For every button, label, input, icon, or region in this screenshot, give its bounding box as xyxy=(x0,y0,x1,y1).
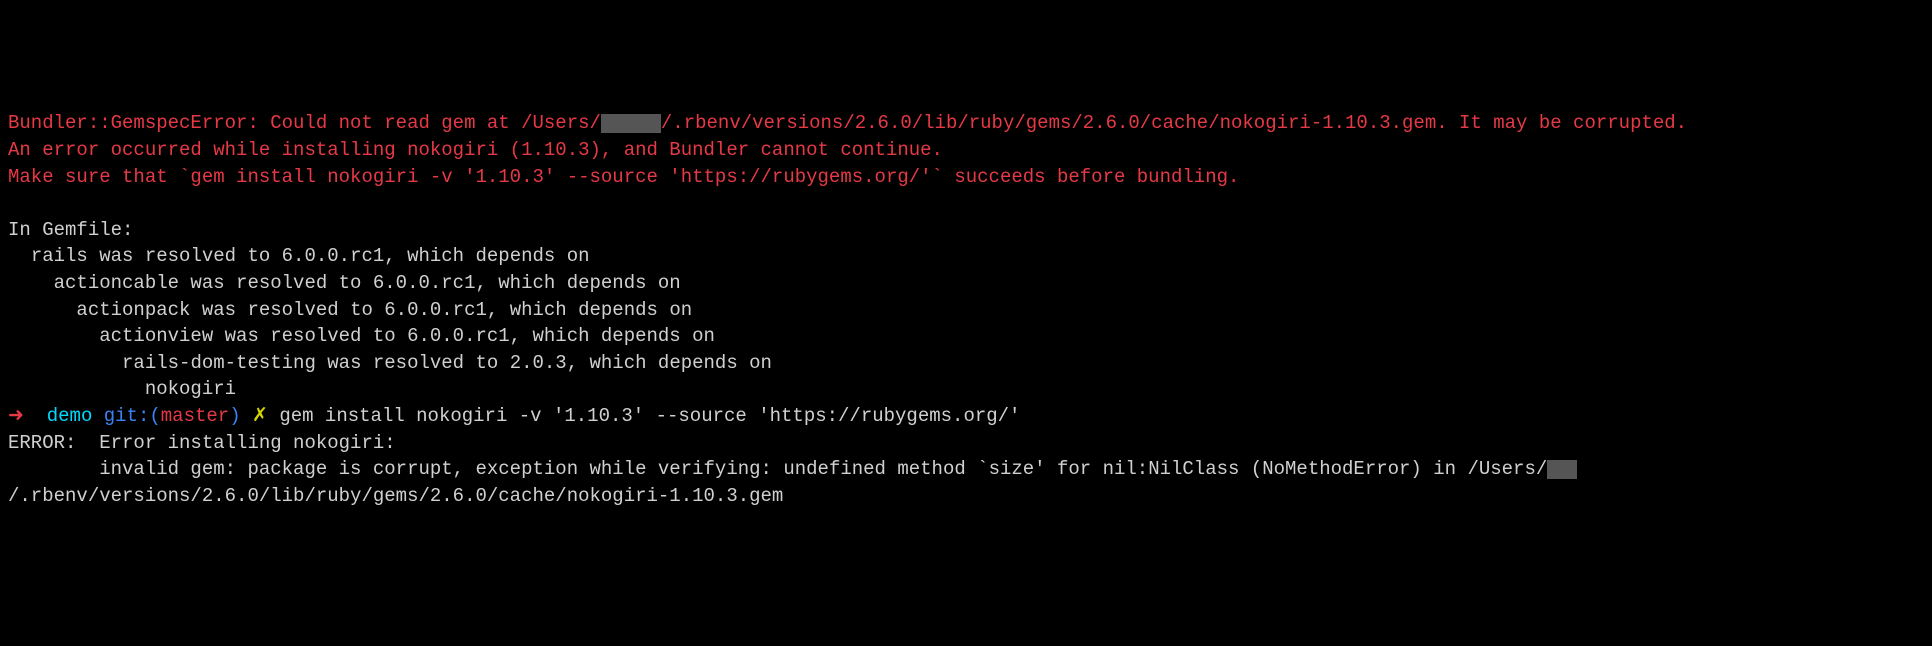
error-line-2: An error occurred while installing nokog… xyxy=(8,139,943,161)
arrow-icon: ➜ xyxy=(8,405,24,427)
error-line-3: Make sure that `gem install nokogiri -v … xyxy=(8,166,1239,188)
git-close: ) xyxy=(229,405,240,427)
gemfile-line-5: rails-dom-testing was resolved to 2.0.3,… xyxy=(8,352,772,374)
install-error-line-1: ERROR: Error installing nokogiri: xyxy=(8,432,396,454)
terminal-output: Bundler::GemspecError: Could not read ge… xyxy=(8,110,1924,509)
gemfile-header: In Gemfile: xyxy=(8,219,133,241)
git-branch: master xyxy=(161,405,229,427)
prompt-line[interactable]: ➜ demo git:(master) ✗ gem install nokogi… xyxy=(8,405,1020,427)
git-label: git:( xyxy=(104,405,161,427)
gemfile-line-6: nokogiri xyxy=(8,378,236,400)
prompt-dir: demo xyxy=(47,405,93,427)
error-line-1: Bundler::GemspecError: Could not read ge… xyxy=(8,112,1687,134)
gemfile-line-4: actionview was resolved to 6.0.0.rc1, wh… xyxy=(8,325,715,347)
gemfile-line-2: actioncable was resolved to 6.0.0.rc1, w… xyxy=(8,272,681,294)
command-input[interactable]: gem install nokogiri -v '1.10.3' --sourc… xyxy=(279,405,1020,427)
redacted-user-2 xyxy=(1547,460,1577,479)
gemfile-line-1: rails was resolved to 6.0.0.rc1, which d… xyxy=(8,245,590,267)
dirty-icon: ✗ xyxy=(252,405,268,427)
redacted-user xyxy=(601,114,661,133)
install-error-line-2: invalid gem: package is corrupt, excepti… xyxy=(8,458,1577,507)
gemfile-line-3: actionpack was resolved to 6.0.0.rc1, wh… xyxy=(8,299,692,321)
